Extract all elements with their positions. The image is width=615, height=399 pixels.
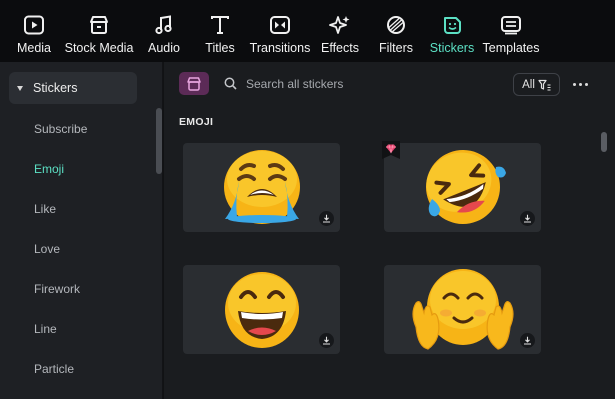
sticker-type-button[interactable] [179,72,209,95]
toolbar-media[interactable]: Media [14,0,54,62]
effects-sparkle-icon [328,14,352,36]
top-toolbar: Media Stock Media Audio Titles Transitio… [0,0,615,62]
grinning-face-emoji [225,272,299,348]
sidebar-scrollbar[interactable] [156,108,162,174]
search-input[interactable] [246,75,446,93]
filters-icon [384,14,408,36]
toolbar-templates-label: Templates [482,41,540,55]
sidebar-item-emoji[interactable]: Emoji [34,162,64,176]
sidebar-item-like[interactable]: Like [34,202,56,216]
toolbar-stock-media[interactable]: Stock Media [64,0,134,62]
main-scrollbar[interactable] [601,132,607,152]
filter-icon [538,79,551,91]
toolbar-effects-label: Effects [321,41,359,55]
more-options-icon[interactable] [571,76,589,92]
toolbar-transitions-label: Transitions [249,41,311,55]
sidebar-item-line[interactable]: Line [34,322,57,336]
crying-face-emoji [224,150,300,224]
sidebar-header-label: Stickers [33,81,78,95]
toolbar-templates[interactable]: Templates [482,0,540,62]
sidebar-header-stickers[interactable]: Stickers [9,72,137,104]
media-icon [22,14,46,36]
sticker-card-crying[interactable] [183,143,340,232]
sidebar-item-particle[interactable]: Particle [34,362,74,376]
download-icon[interactable] [319,211,334,226]
transitions-icon [268,14,292,36]
stock-media-icon [87,14,111,36]
toolbar-stock-media-label: Stock Media [64,41,134,55]
toolbar-filters-label: Filters [378,41,414,55]
filter-label: All [522,78,535,91]
toolbar-audio-label: Audio [148,41,180,55]
sidebar-item-subscribe[interactable]: Subscribe [34,122,87,136]
download-icon[interactable] [319,333,334,348]
toolbar-media-label: Media [16,41,52,55]
toolbar-filters[interactable]: Filters [375,0,417,62]
text-t-icon [208,14,232,36]
download-icon[interactable] [520,211,535,226]
sidebar-item-love[interactable]: Love [34,242,60,256]
rolling-laughing-emoji [426,150,506,224]
toolbar-audio[interactable]: Audio [144,0,184,62]
toolbar-effects[interactable]: Effects [319,0,361,62]
sidebar-item-firework[interactable]: Firework [34,282,80,296]
toolbar-titles[interactable]: Titles [200,0,240,62]
caret-down-icon[interactable] [17,85,23,91]
toolbar-transitions[interactable]: Transitions [250,0,310,62]
templates-icon [499,14,523,36]
stickers-icon [440,14,464,36]
sticker-store-icon [187,76,201,91]
section-title: EMOJI [179,116,214,128]
hugging-face-emoji [412,269,514,350]
sticker-browser: All EMOJI [164,62,615,399]
filter-button[interactable]: All [513,73,560,96]
toolbar-stickers-label: Stickers [429,41,475,55]
toolbar-titles-label: Titles [205,41,235,55]
download-icon[interactable] [520,333,535,348]
category-sidebar: Stickers Subscribe Emoji Like Love Firew… [0,62,163,399]
search-icon [224,77,237,90]
toolbar-stickers[interactable]: Stickers [429,0,475,62]
sticker-card-grinning[interactable] [183,265,340,354]
sticker-card-hugging[interactable] [384,265,541,354]
sticker-card-rofl[interactable] [382,141,541,232]
music-note-icon [152,14,176,36]
